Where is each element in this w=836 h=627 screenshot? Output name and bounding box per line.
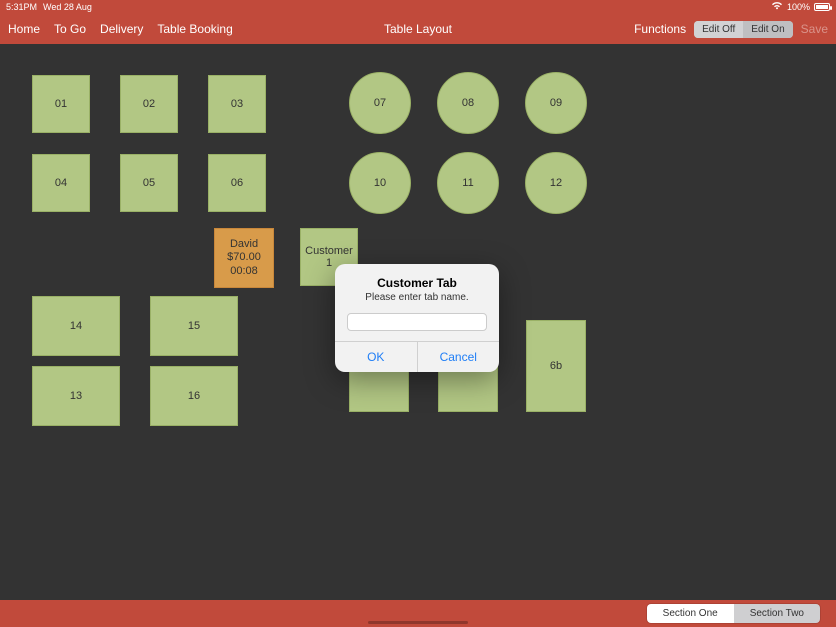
table-12[interactable]: 12 [525, 152, 587, 214]
dialog-cancel-button[interactable]: Cancel [418, 342, 500, 372]
nav-togo[interactable]: To Go [54, 22, 86, 36]
tab-amount: $70.00 [227, 251, 261, 264]
edit-off-button[interactable]: Edit Off [694, 21, 743, 38]
table-01[interactable]: 01 [32, 75, 90, 133]
table-16[interactable]: 16 [150, 366, 238, 426]
battery-icon [814, 3, 830, 11]
dialog-ok-button[interactable]: OK [335, 342, 418, 372]
table-6b[interactable]: 6b [526, 320, 586, 412]
dialog-title: Customer Tab [377, 276, 457, 290]
tab-name: David [230, 238, 258, 251]
wifi-icon [771, 1, 783, 13]
tab-name-input[interactable] [347, 313, 487, 331]
status-time: 5:31PM [6, 2, 37, 12]
nav-functions[interactable]: Functions [634, 22, 686, 36]
table-11[interactable]: 11 [437, 152, 499, 214]
table-09[interactable]: 09 [525, 72, 587, 134]
nav-bar: Home To Go Delivery Table Booking Table … [0, 14, 836, 44]
home-indicator [368, 621, 468, 624]
nav-delivery[interactable]: Delivery [100, 22, 143, 36]
table-07[interactable]: 07 [349, 72, 411, 134]
table-04[interactable]: 04 [32, 154, 90, 212]
table-14[interactable]: 14 [32, 296, 120, 356]
table-13[interactable]: 13 [32, 366, 120, 426]
nav-table-booking[interactable]: Table Booking [157, 22, 232, 36]
table-10[interactable]: 10 [349, 152, 411, 214]
table-03[interactable]: 03 [208, 75, 266, 133]
table-02[interactable]: 02 [120, 75, 178, 133]
tab-time: 00:08 [230, 265, 258, 278]
dialog-subtitle: Please enter tab name. [365, 292, 468, 303]
table-05[interactable]: 05 [120, 154, 178, 212]
table-06[interactable]: 06 [208, 154, 266, 212]
section-one-button[interactable]: Section One [647, 604, 734, 623]
nav-home[interactable]: Home [8, 22, 40, 36]
status-date: Wed 28 Aug [43, 2, 92, 12]
battery-pct: 100% [787, 2, 810, 12]
edit-on-button[interactable]: Edit On [743, 21, 792, 38]
edit-toggle[interactable]: Edit Off Edit On [694, 21, 793, 38]
customer-tab-dialog: Customer Tab Please enter tab name. OK C… [335, 264, 499, 372]
table-occupied-david[interactable]: David$70.0000:08 [214, 228, 274, 288]
save-button[interactable]: Save [801, 22, 828, 36]
section-two-button[interactable]: Section Two [734, 604, 820, 623]
table-08[interactable]: 08 [437, 72, 499, 134]
ios-status-bar: 5:31PM Wed 28 Aug 100% [0, 0, 836, 14]
section-toggle[interactable]: Section One Section Two [647, 604, 820, 623]
table-15[interactable]: 15 [150, 296, 238, 356]
